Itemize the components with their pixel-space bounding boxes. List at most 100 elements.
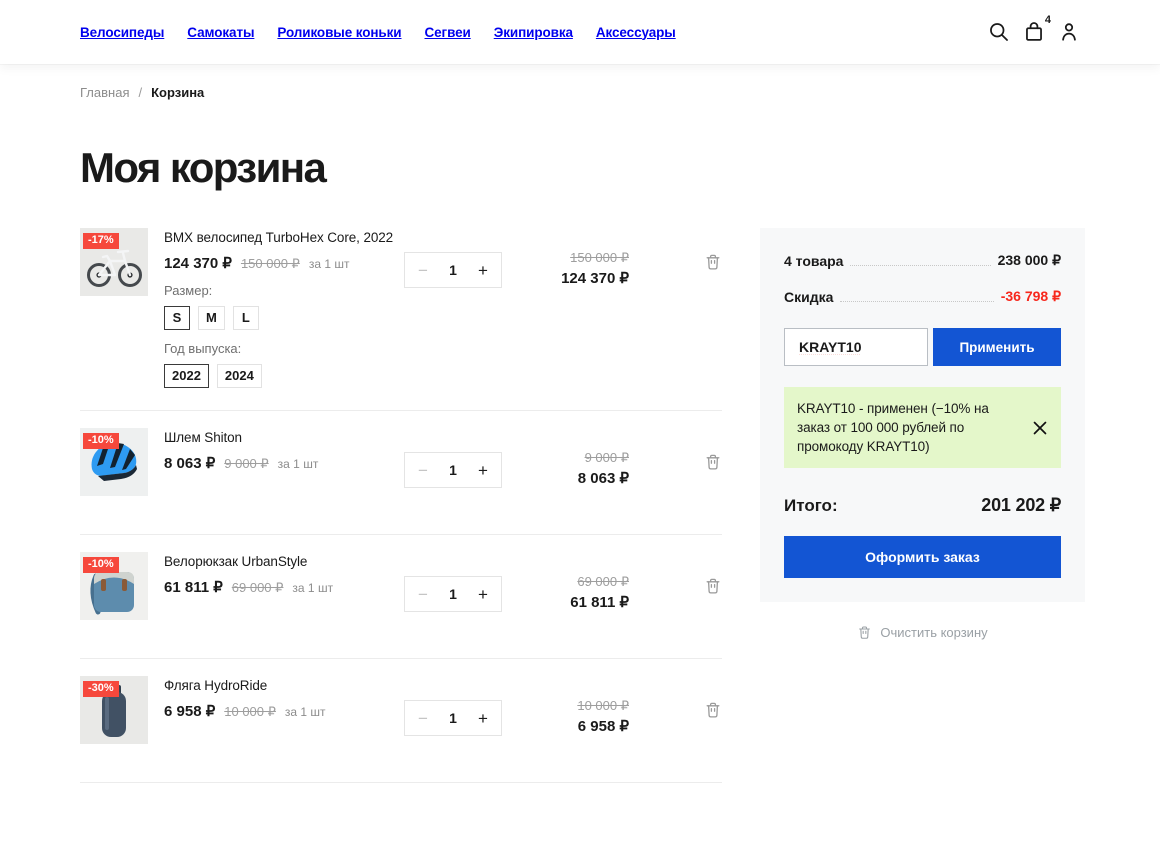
line-old-price: 150 000 ₽ [502, 250, 629, 266]
line-old-price: 69 000 ₽ [502, 574, 629, 590]
product-image-helmet[interactable]: -10% [80, 428, 148, 496]
cart-count-badge: 4 [1045, 14, 1051, 26]
product-title: Фляга HydroRide [164, 677, 404, 694]
trash-icon [704, 453, 722, 471]
decrease-quantity-button[interactable]: − [418, 586, 428, 603]
decrease-quantity-button[interactable]: − [418, 462, 428, 479]
nav-item-scooters[interactable]: Самокаты [187, 25, 254, 40]
size-option-label: Размер: [164, 283, 404, 299]
per-unit-label: за 1 шт [285, 705, 326, 719]
order-summary-panel: 4 товара 238 000 ₽ Скидка -36 798 ₽ Прим… [760, 228, 1085, 602]
remove-item-button[interactable] [704, 577, 722, 595]
increase-quantity-button[interactable]: + [478, 462, 488, 479]
discount-badge: -30% [83, 681, 119, 697]
items-total-value: 238 000 ₽ [998, 252, 1061, 269]
line-price: 8 063 ₽ [502, 469, 629, 487]
nav-item-roller-skates[interactable]: Роликовые коньки [277, 25, 401, 40]
quantity-stepper: − 1 + [404, 452, 502, 488]
remove-item-button[interactable] [704, 253, 722, 271]
items-count-label: 4 товара [784, 253, 843, 269]
trash-icon [704, 701, 722, 719]
decrease-quantity-button[interactable]: − [418, 262, 428, 279]
breadcrumb-home-link[interactable]: Главная [80, 85, 129, 100]
product-title: Шлем Shiton [164, 429, 404, 446]
search-icon [988, 21, 1010, 43]
nav-item-accessories[interactable]: Аксессуары [596, 25, 676, 40]
line-total: 9 000 ₽ 8 063 ₽ [502, 450, 629, 496]
size-chip-m[interactable]: M [198, 306, 225, 330]
product-image-bike[interactable]: -17% [80, 228, 148, 296]
page-title: Моя корзина [80, 144, 1085, 192]
line-total: 150 000 ₽ 124 370 ₽ [502, 250, 629, 388]
clear-cart-label: Очистить корзину [880, 625, 987, 640]
remove-item-button[interactable] [704, 453, 722, 471]
discount-badge: -10% [83, 557, 119, 573]
line-old-price: 9 000 ₽ [502, 450, 629, 466]
discount-label: Скидка [784, 289, 833, 305]
cart-item-bottle: -30% Фляга HydroRide 6 958 ₽ 10 000 ₽ за… [80, 659, 722, 783]
size-options: S M L [164, 306, 404, 330]
quantity-value: 1 [449, 586, 457, 602]
close-icon [1032, 420, 1048, 436]
line-old-price: 10 000 ₽ [502, 698, 629, 714]
product-price: 124 370 ₽ [164, 254, 232, 272]
product-title: Велорюкзак UrbanStyle [164, 553, 404, 570]
year-chip-2022[interactable]: 2022 [164, 364, 209, 388]
year-chip-2024[interactable]: 2024 [217, 364, 262, 388]
main-nav: Велосипеды Самокаты Роликовые коньки Сег… [80, 25, 676, 40]
cart-item-helmet: -10% Шлем Shiton 8 063 ₽ 9 000 ₽ за 1 шт… [80, 411, 722, 535]
apply-promo-button[interactable]: Применить [933, 328, 1061, 366]
search-button[interactable] [988, 21, 1010, 43]
cart-items-list: -17% BMX велосипед TurboHex Core, 2022 1… [80, 228, 722, 783]
quantity-value: 1 [449, 262, 457, 278]
quantity-stepper: − 1 + [404, 252, 502, 288]
line-total: 69 000 ₽ 61 811 ₽ [502, 574, 629, 620]
nav-item-gear[interactable]: Экипировка [494, 25, 573, 40]
trash-icon [704, 577, 722, 595]
quantity-value: 1 [449, 710, 457, 726]
nav-item-segways[interactable]: Сегвеи [425, 25, 471, 40]
line-price: 6 958 ₽ [502, 717, 629, 735]
product-price: 61 811 ₽ [164, 578, 223, 596]
product-price: 8 063 ₽ [164, 454, 215, 472]
profile-button[interactable] [1058, 21, 1080, 43]
discount-value: -36 798 ₽ [1001, 288, 1061, 305]
increase-quantity-button[interactable]: + [478, 262, 488, 279]
line-total: 10 000 ₽ 6 958 ₽ [502, 698, 629, 744]
checkout-button[interactable]: Оформить заказ [784, 536, 1061, 578]
line-price: 61 811 ₽ [502, 593, 629, 611]
promo-code-input[interactable] [784, 328, 928, 366]
cart-button[interactable]: 4 [1023, 21, 1045, 43]
per-unit-label: за 1 шт [309, 257, 350, 271]
grand-total-value: 201 202 ₽ [981, 495, 1061, 516]
size-chip-l[interactable]: L [233, 306, 259, 330]
increase-quantity-button[interactable]: + [478, 710, 488, 727]
product-title: BMX велосипед TurboHex Core, 2022 [164, 229, 404, 246]
product-price: 6 958 ₽ [164, 702, 215, 720]
decrease-quantity-button[interactable]: − [418, 710, 428, 727]
quantity-stepper: − 1 + [404, 700, 502, 736]
grand-total-label: Итого: [784, 496, 838, 516]
breadcrumb-current: Корзина [151, 85, 204, 100]
remove-item-button[interactable] [704, 701, 722, 719]
discount-badge: -10% [83, 433, 119, 449]
year-options: 2022 2024 [164, 364, 404, 388]
product-image-backpack[interactable]: -10% [80, 552, 148, 620]
clear-cart-button[interactable]: Очистить корзину [760, 625, 1085, 640]
per-unit-label: за 1 шт [292, 581, 333, 595]
product-old-price: 10 000 ₽ [224, 704, 276, 720]
per-unit-label: за 1 шт [278, 457, 319, 471]
shopping-bag-icon [1023, 21, 1045, 43]
line-price: 124 370 ₽ [502, 269, 629, 287]
dotted-leader [840, 301, 993, 302]
product-image-bottle[interactable]: -30% [80, 676, 148, 744]
discount-badge: -17% [83, 233, 119, 249]
promo-applied-notice: KRAYT10 - применен (−10% на заказ от 100… [784, 387, 1061, 468]
dismiss-notice-button[interactable] [1032, 420, 1048, 436]
size-chip-s[interactable]: S [164, 306, 190, 330]
nav-item-bikes[interactable]: Велосипеды [80, 25, 164, 40]
trash-icon [704, 253, 722, 271]
product-old-price: 69 000 ₽ [232, 580, 284, 596]
breadcrumb-separator: / [138, 85, 142, 100]
increase-quantity-button[interactable]: + [478, 586, 488, 603]
